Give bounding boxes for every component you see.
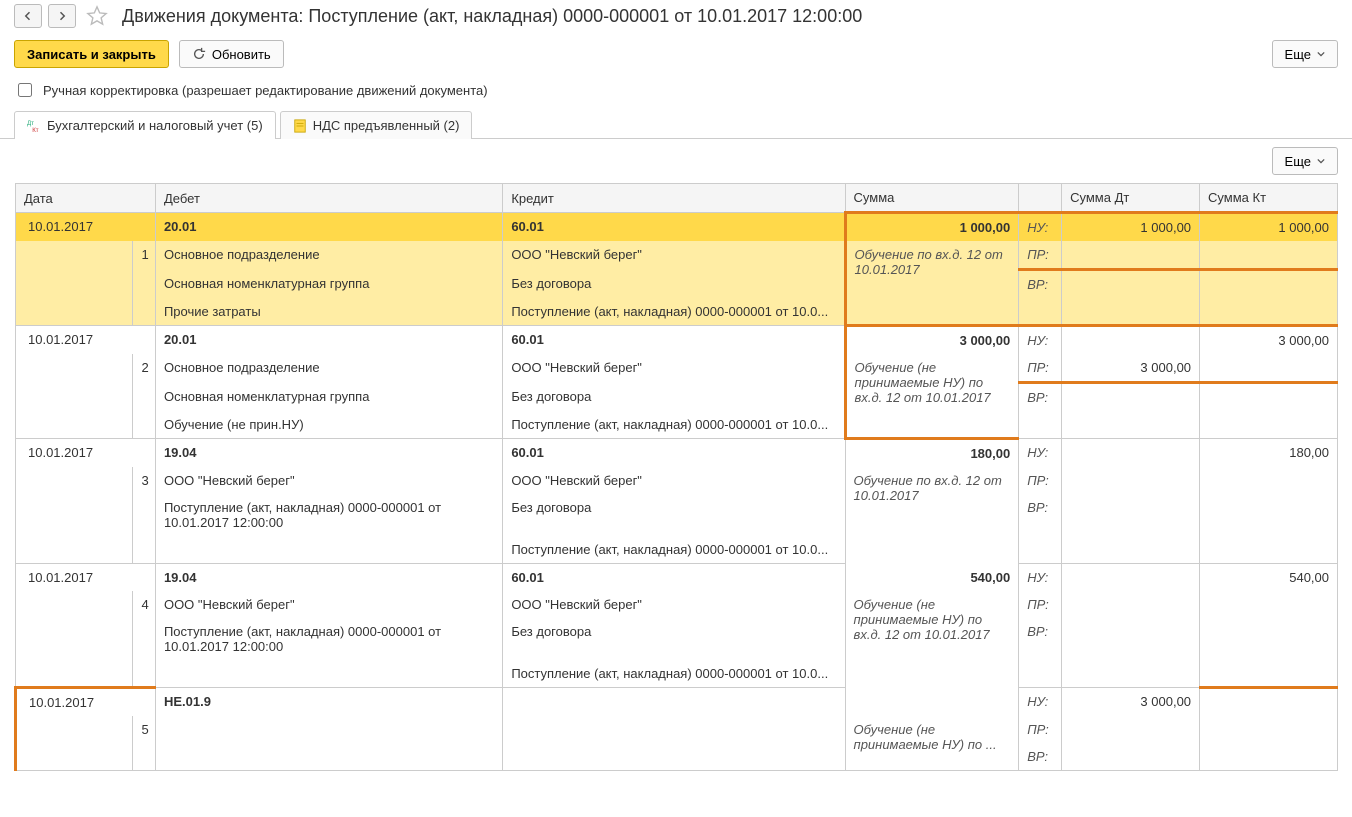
posting-subrow: Поступление (акт, накладная) 0000-000001…: [16, 494, 1338, 536]
dt-kt-icon: ДтКт: [27, 119, 41, 133]
posting-row[interactable]: 10.01.2017 19.04 60.01 180,00 НУ: 180,00: [16, 439, 1338, 468]
chevron-down-icon: [1317, 157, 1325, 165]
col-credit: Кредит: [503, 184, 845, 213]
tab-accounting[interactable]: ДтКт Бухгалтерский и налоговый учет (5): [14, 111, 276, 139]
chevron-down-icon: [1317, 50, 1325, 58]
save-close-button[interactable]: Записать и закрыть: [14, 40, 169, 68]
manual-edit-label: Ручная корректировка (разрешает редактир…: [43, 83, 488, 98]
col-date: Дата: [16, 184, 156, 213]
posting-subrow: 4 ООО "Невский берег" ООО "Невский берег…: [16, 591, 1338, 618]
posting-subrow: Поступление (акт, накладная) 0000-000001…: [16, 618, 1338, 660]
posting-subrow: Поступление (акт, накладная) 0000-000001…: [16, 536, 1338, 564]
table-more-button[interactable]: Еще: [1272, 147, 1338, 175]
posting-subrow: 3 ООО "Невский берег" ООО "Невский берег…: [16, 467, 1338, 494]
posting-subrow: 2 Основное подразделение ООО "Невский бе…: [16, 354, 1338, 383]
tab-vat[interactable]: НДС предъявленный (2): [280, 111, 473, 139]
col-sum: Сумма: [845, 184, 1019, 213]
refresh-icon: [192, 47, 206, 61]
posting-subrow: Обучение (не прин.НУ) Поступление (акт, …: [16, 411, 1338, 439]
posting-subrow: Основная номенклатурная группа Без догов…: [16, 270, 1338, 299]
col-sum-dt: Сумма Дт: [1062, 184, 1200, 213]
posting-subrow: 5 Обучение (не принимаемые НУ) по ... ПР…: [16, 716, 1338, 743]
posting-subrow: 1 Основное подразделение ООО "Невский бе…: [16, 241, 1338, 270]
svg-text:Кт: Кт: [32, 127, 39, 133]
svg-text:Дт: Дт: [27, 120, 34, 127]
posting-subrow: Основная номенклатурная группа Без догов…: [16, 383, 1338, 412]
more-button[interactable]: Еще: [1272, 40, 1338, 68]
posting-row[interactable]: 10.01.2017 20.01 60.01 3 000,00 НУ: 3 00…: [16, 326, 1338, 355]
posting-row[interactable]: 10.01.2017 20.01 60.01 1 000,00 НУ: 1 00…: [16, 213, 1338, 242]
back-button[interactable]: [14, 4, 42, 28]
star-icon[interactable]: [86, 5, 108, 27]
doc-icon: [293, 119, 307, 133]
refresh-button[interactable]: Обновить: [179, 40, 284, 68]
manual-edit-checkbox[interactable]: [18, 83, 32, 97]
col-sum-kt: Сумма Кт: [1200, 184, 1338, 213]
col-debit: Дебет: [155, 184, 502, 213]
page-title: Движения документа: Поступление (акт, на…: [122, 6, 862, 27]
posting-subrow: Прочие затраты Поступление (акт, накладн…: [16, 298, 1338, 326]
posting-subrow: ВР:: [16, 743, 1338, 771]
forward-button[interactable]: [48, 4, 76, 28]
posting-subrow: Поступление (акт, накладная) 0000-000001…: [16, 660, 1338, 688]
postings-table[interactable]: Дата Дебет Кредит Сумма Сумма Дт Сумма К…: [14, 183, 1338, 771]
posting-row[interactable]: 10.01.2017 19.04 60.01 540,00 НУ: 540,00: [16, 564, 1338, 592]
posting-row[interactable]: 10.01.2017 НЕ.01.9 НУ: 3 000,00: [16, 688, 1338, 717]
